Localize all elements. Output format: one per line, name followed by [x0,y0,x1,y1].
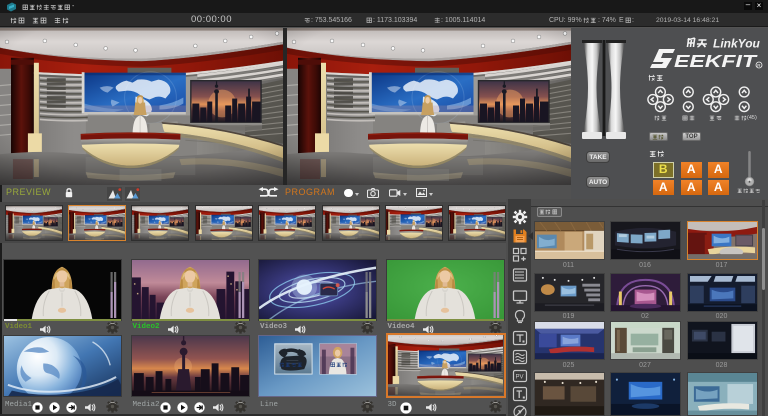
svg-text:LinkYou: LinkYou [713,37,761,51]
svg-text:EEKFIT: EEKFIT [674,51,758,70]
svg-text:PV: PV [516,375,524,381]
